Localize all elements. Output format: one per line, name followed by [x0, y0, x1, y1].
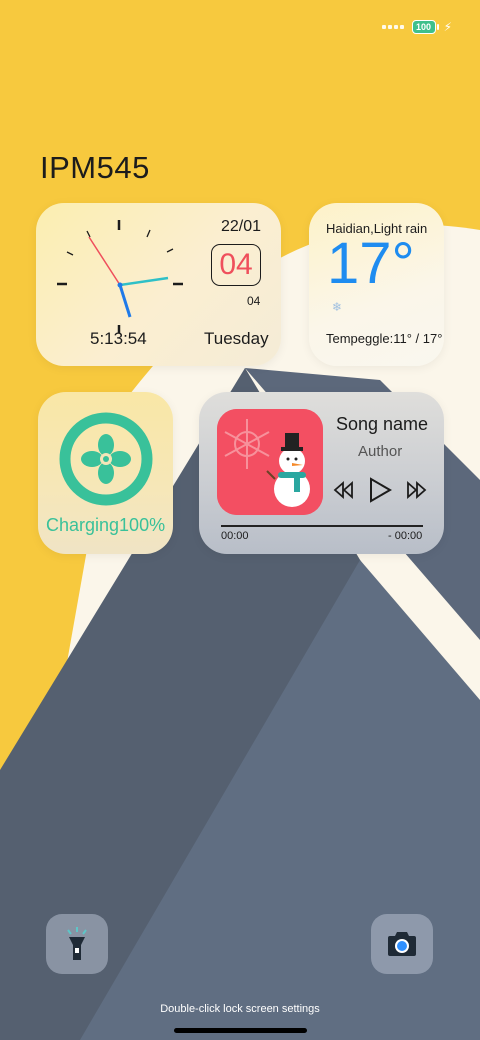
- snow-icon: ❄: [332, 300, 343, 314]
- weather-range: Tempeggle:11° / 17°: [326, 331, 443, 346]
- analog-clock: [57, 220, 183, 333]
- weekday: Tuesday: [204, 329, 269, 348]
- charging-label: Charging100%: [46, 515, 166, 535]
- snowman-image: [217, 409, 323, 515]
- song-title: Song name: [336, 414, 429, 434]
- remaining-time: - 00:00: [388, 530, 423, 542]
- camera-button[interactable]: [371, 914, 433, 974]
- lock-hint: Double-click lock screen settings: [160, 1003, 320, 1015]
- flashlight-icon: [67, 927, 87, 960]
- camera-icon: [388, 932, 416, 956]
- digital-time: 5:13:54: [90, 329, 147, 348]
- flashlight-button[interactable]: [46, 914, 108, 974]
- album-art[interactable]: [217, 409, 323, 515]
- play-icon[interactable]: [367, 476, 393, 504]
- signal-icon: [381, 25, 404, 29]
- elapsed-time: 00:00: [221, 530, 249, 542]
- fast-forward-icon[interactable]: [405, 476, 427, 504]
- calendar-day: 04: [211, 244, 261, 286]
- device-title: IPM545: [40, 150, 150, 185]
- fan-icon: [59, 412, 153, 506]
- home-indicator[interactable]: [174, 1028, 307, 1033]
- progress-bar[interactable]: [221, 525, 423, 527]
- clock-date: 22/01: [221, 218, 262, 235]
- battery-icon: 100: [411, 20, 439, 34]
- calendar-day-small: 04: [247, 294, 261, 308]
- charging-bolt-icon: ⚡: [443, 20, 452, 34]
- weather-temperature: 17°: [327, 231, 415, 296]
- status-bar: 100 ⚡: [381, 20, 452, 34]
- song-author: Author: [358, 443, 403, 460]
- rewind-icon[interactable]: [333, 476, 355, 504]
